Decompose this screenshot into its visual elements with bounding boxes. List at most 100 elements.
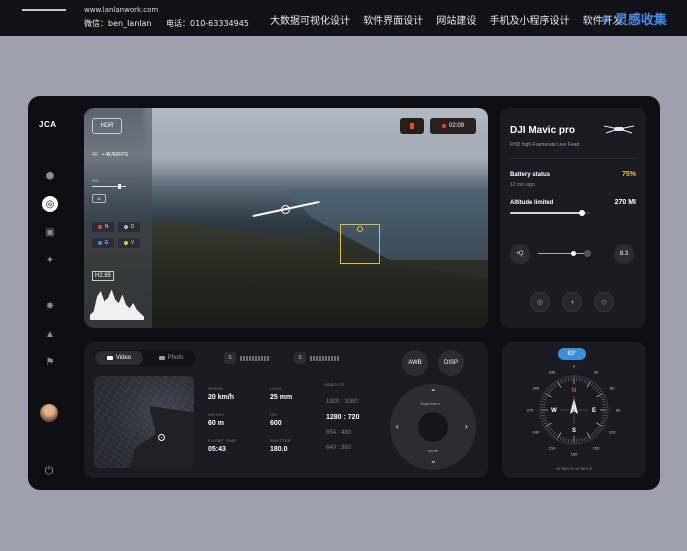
compass-degree-label: 330 bbox=[549, 369, 556, 374]
settings-icon[interactable]: ✸ bbox=[40, 296, 60, 316]
drone-info-panel: DJI Mavic pro FHD high-Framerate Live Fe… bbox=[500, 108, 646, 328]
compass-tick bbox=[554, 382, 558, 387]
zoom-slider[interactable] bbox=[538, 251, 588, 256]
mode-button-3[interactable]: ◇ bbox=[594, 292, 614, 312]
stat-label: SPEED bbox=[208, 386, 224, 391]
compass-tick bbox=[578, 377, 581, 382]
resolution-option[interactable]: 1920 : 1080 bbox=[326, 399, 358, 405]
site-url[interactable]: www.lanlanwork.com bbox=[84, 6, 158, 14]
nav-item-website[interactable]: 网站建设 bbox=[436, 16, 476, 27]
compass-cardinal-label: W bbox=[551, 408, 557, 414]
arrow-down-icon[interactable]: ⌄ bbox=[430, 456, 437, 465]
compass-cardinal-label: N bbox=[572, 388, 576, 394]
compass-tick bbox=[596, 422, 603, 427]
compass-tick bbox=[601, 398, 606, 401]
tab-video-label: Video bbox=[115, 355, 132, 361]
param-a-bar bbox=[240, 355, 270, 361]
brand-logo[interactable]: ✡ 灵感收集 bbox=[600, 9, 667, 28]
compass-dial: 0 30 60 90 120 150 180 210 240 270 300 330 N E S W bbox=[527, 364, 621, 457]
dpad-center-button[interactable] bbox=[418, 412, 448, 442]
hdr-button[interactable]: HDR bbox=[92, 118, 122, 134]
tab-video[interactable]: Video bbox=[95, 351, 143, 365]
resolution-option-active[interactable]: 1280 : 720 bbox=[326, 414, 359, 421]
disp-button[interactable]: DISP bbox=[438, 350, 464, 376]
signal-icon[interactable]: ✦ bbox=[40, 250, 60, 270]
compass-degree-label: 270 bbox=[527, 408, 534, 413]
nav-item-ui-design[interactable]: 软件界面设计 bbox=[363, 16, 423, 27]
chip-dot bbox=[123, 241, 128, 245]
gps-coordinates: 40°56'0"N 40°56'0"E bbox=[555, 466, 593, 471]
contact-info: 微信：ben_lanlan 电话：010-63334945 bbox=[84, 18, 261, 29]
compass-tick bbox=[548, 388, 552, 392]
altitude-label: Altitude limited bbox=[510, 200, 554, 206]
compass-tick bbox=[592, 432, 596, 436]
video-icon bbox=[106, 356, 113, 360]
resolution-option[interactable]: 640 : 360 bbox=[326, 445, 351, 451]
mode-button-1[interactable]: ◎ bbox=[530, 292, 550, 312]
arrow-right-icon[interactable]: › bbox=[465, 422, 468, 431]
tab-photo[interactable]: Photo bbox=[147, 351, 195, 365]
home-icon[interactable]: ⬢ bbox=[40, 166, 60, 186]
compass-tick bbox=[552, 432, 556, 436]
stat-value: 25 mm bbox=[270, 394, 293, 401]
compass-cardinal-label: E bbox=[592, 408, 596, 414]
compass-tick bbox=[546, 426, 551, 430]
stat-label: FLIGHT TIME bbox=[208, 438, 237, 443]
stat-value: 20 km/h bbox=[208, 394, 235, 401]
mode-chip-d[interactable]: D bbox=[118, 222, 140, 232]
awb-button[interactable]: AWB bbox=[402, 350, 428, 376]
compass-tick bbox=[586, 432, 591, 439]
camera-settings-panel: HDR 4K • 4K/60FPS ISO 42 N D G V H2.85 bbox=[84, 108, 152, 328]
focus-box[interactable] bbox=[340, 224, 380, 264]
altitude-value: 270 MI bbox=[614, 199, 636, 206]
compass-tick bbox=[583, 378, 586, 383]
camera-feed[interactable]: HDR 4K • 4K/60FPS ISO 42 N D G V H2.85 02… bbox=[84, 108, 488, 328]
phone-text: 电话：010-63334945 bbox=[166, 19, 249, 28]
nav-item-mobile[interactable]: 手机及小程序设计 bbox=[490, 16, 570, 27]
resolution-label: VIDEO LTE bbox=[324, 382, 345, 387]
capture-mode-tabs: Video Photo bbox=[94, 350, 196, 366]
stat-label: LENS bbox=[270, 386, 282, 391]
chip-label: D bbox=[130, 224, 135, 230]
compass-cardinal-label: S bbox=[572, 428, 576, 434]
compass-tick bbox=[554, 433, 558, 438]
param-control-a[interactable]: S bbox=[224, 352, 270, 364]
zoom-value[interactable]: 8.3 bbox=[614, 244, 634, 264]
mode-button-2[interactable]: ◑ bbox=[562, 292, 582, 312]
stat-label: HEIGHT bbox=[208, 412, 225, 417]
param-control-b[interactable]: S bbox=[294, 352, 340, 364]
altitude-knob[interactable] bbox=[579, 210, 585, 216]
mode-chip-n[interactable]: N bbox=[92, 222, 114, 232]
bell-icon[interactable]: ▲ bbox=[40, 324, 60, 344]
param-b-bar bbox=[310, 355, 340, 361]
power-icon[interactable]: ⏻ bbox=[42, 464, 56, 478]
nav-item-dataviz[interactable]: 大数据可视化设计 bbox=[270, 16, 350, 27]
chip-dot bbox=[123, 225, 128, 229]
arrow-up-icon[interactable]: ⌃ bbox=[430, 388, 437, 397]
histogram-label: H2.85 bbox=[92, 271, 115, 281]
divider bbox=[510, 158, 636, 159]
histogram bbox=[90, 289, 144, 320]
mini-map[interactable] bbox=[94, 376, 194, 468]
compass-degree-label: 30 bbox=[594, 369, 599, 374]
iso-slider[interactable] bbox=[92, 184, 126, 189]
altitude-slider[interactable] bbox=[510, 210, 590, 216]
flag-icon[interactable]: ⚑ bbox=[40, 352, 60, 372]
resolution-option[interactable]: 854 : 480 bbox=[326, 430, 351, 436]
compass-tick bbox=[567, 377, 570, 382]
compass-tick bbox=[596, 393, 603, 398]
mode-chip-g[interactable]: G bbox=[92, 238, 114, 248]
zoom-end-dot bbox=[584, 250, 591, 257]
sidebar: JCA ⬢ ◎ ▣ ✦ ✸ ▲ ⚑ ⏻ bbox=[28, 96, 72, 490]
mode-chip-v[interactable]: V bbox=[118, 238, 140, 248]
lens-button[interactable]: •Q bbox=[510, 244, 530, 264]
arrow-left-icon[interactable]: ‹ bbox=[396, 422, 399, 431]
zoom-knob[interactable] bbox=[571, 251, 576, 256]
compass-tick bbox=[581, 437, 583, 442]
gallery-icon[interactable]: ▣ bbox=[40, 222, 60, 242]
stop-button[interactable] bbox=[400, 118, 424, 134]
compass-tick bbox=[594, 430, 598, 434]
iso-value-box[interactable]: 42 bbox=[92, 194, 106, 203]
avatar[interactable] bbox=[40, 404, 58, 422]
compass-nav-icon[interactable]: ◎ bbox=[42, 196, 58, 212]
